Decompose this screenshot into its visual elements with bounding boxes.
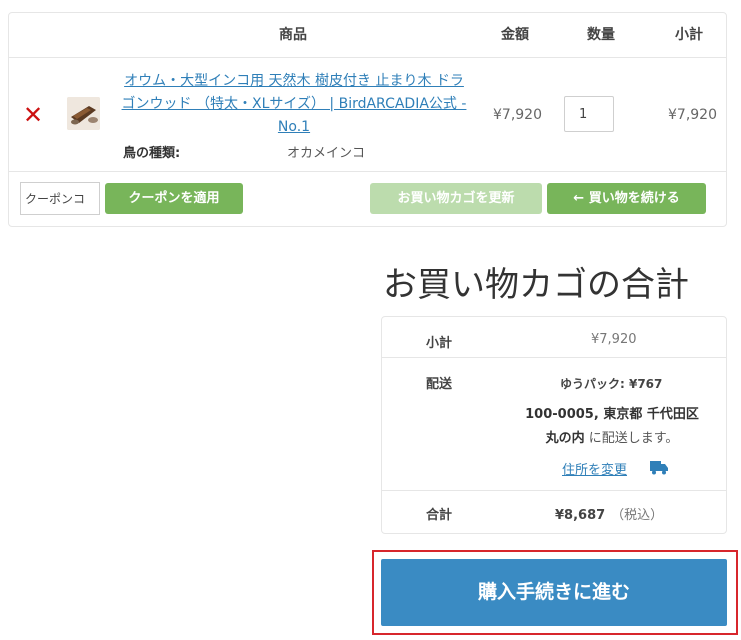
- continue-shopping-button[interactable]: ← 買い物を続ける: [547, 183, 706, 214]
- cart-totals-table: 小計 ¥7,920 配送 ゆうパック: ¥767 100-0005, 東京都 千…: [381, 316, 727, 534]
- header-divider: [9, 57, 726, 58]
- proceed-to-checkout-button[interactable]: 購入手続きに進む: [381, 559, 727, 626]
- shipping-label: 配送: [426, 377, 453, 392]
- header-product: 商品: [279, 27, 307, 43]
- header-subtotal: 小計: [675, 27, 703, 43]
- change-address-link[interactable]: 住所を変更: [562, 459, 627, 478]
- truck-icon[interactable]: [650, 460, 668, 475]
- cart-totals-title: お買い物カゴの合計: [383, 265, 689, 305]
- actions-divider: [9, 171, 726, 172]
- bird-type-value: オカメインコ: [287, 146, 366, 161]
- order-total: ¥8,687 （税込）: [555, 504, 663, 523]
- remove-item-x-icon[interactable]: ✕: [23, 103, 43, 127]
- product-thumbnail[interactable]: [67, 97, 100, 130]
- product-name-link[interactable]: オウム・大型インコ用 天然木 樹皮付き 止まり木 ドラゴンウッド （特太・XLサ…: [121, 70, 467, 139]
- totals-subtotal-value: ¥7,920: [591, 332, 637, 347]
- destination-suffix: に配送します。: [584, 431, 679, 446]
- cart-table: 商品 金額 数量 小計 ✕ オウム・大型インコ用 天然木 樹皮付き 止まり木 ド…: [8, 12, 727, 227]
- item-subtotal: ¥7,920: [668, 107, 717, 123]
- destination-district: 丸の内: [545, 431, 585, 446]
- quantity-input[interactable]: [564, 96, 614, 132]
- totals-divider-2: [382, 490, 726, 491]
- destination-address: 100-0005, 東京都 千代田区: [525, 407, 699, 422]
- apply-coupon-button[interactable]: クーポンを適用: [105, 183, 243, 214]
- totals-subtotal-label: 小計: [426, 336, 453, 351]
- update-cart-button[interactable]: お買い物カゴを更新: [370, 183, 542, 214]
- order-total-value: ¥8,687: [555, 508, 606, 523]
- coupon-code-input[interactable]: [20, 182, 100, 215]
- totals-divider-1: [382, 357, 726, 358]
- item-price: ¥7,920: [493, 107, 542, 123]
- shipping-method: ゆうパック: ¥767: [560, 377, 663, 391]
- header-quantity: 数量: [587, 27, 615, 43]
- bird-type-label: 鳥の種類:: [123, 146, 181, 161]
- order-total-label: 合計: [426, 508, 453, 523]
- header-price: 金額: [501, 27, 529, 43]
- tax-note: （税込）: [611, 508, 664, 523]
- shipping-destination: 100-0005, 東京都 千代田区 丸の内 に配送します。: [502, 403, 722, 451]
